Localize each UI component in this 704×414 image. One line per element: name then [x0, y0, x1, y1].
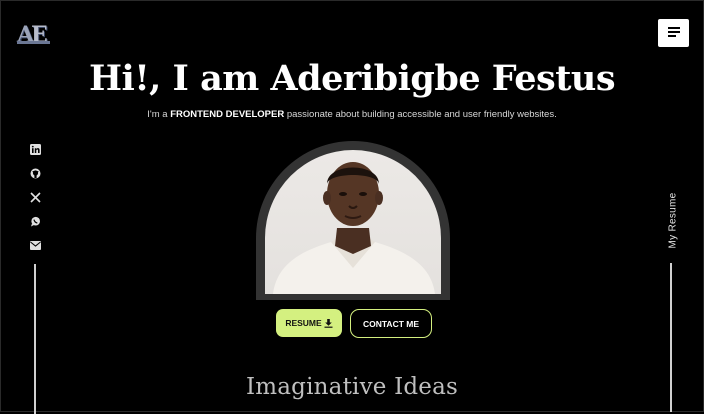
logo-underline	[17, 41, 50, 44]
menu-button[interactable]	[658, 19, 689, 47]
logo-letter-a: A	[17, 22, 34, 48]
hero-title: Hi!, I am Aderibigbe Festus	[88, 58, 616, 99]
menu-icon-line	[668, 27, 680, 29]
x-icon[interactable]	[28, 190, 42, 204]
mail-icon[interactable]	[28, 238, 42, 252]
menu-icon-line	[668, 35, 676, 37]
subtitle-role: FRONTEND DEVELOPER	[170, 109, 285, 120]
portrait-frame	[256, 141, 450, 300]
side-resume-link[interactable]: My Resume	[662, 190, 682, 260]
profile-photo	[265, 150, 441, 294]
download-icon	[324, 318, 333, 328]
section-title: Imaginative Ideas	[245, 374, 459, 400]
menu-icon-line	[668, 31, 680, 33]
linkedin-icon[interactable]	[28, 142, 42, 156]
hero-subtitle: I'm a FRONTEND DEVELOPER passionate abou…	[0, 109, 704, 120]
github-icon[interactable]	[28, 166, 42, 180]
logo-letter-e: E	[31, 22, 48, 48]
whatsapp-icon[interactable]	[28, 214, 42, 228]
site-logo[interactable]: A E	[17, 20, 51, 48]
subtitle-suffix: passionate about building accessible and…	[284, 109, 557, 120]
subtitle-prefix: I'm a	[147, 109, 171, 120]
contact-me-button[interactable]: CONTACT ME	[350, 309, 432, 338]
resume-button[interactable]: RESUME	[276, 309, 342, 337]
side-resume-label: My Resume	[667, 192, 679, 249]
resume-button-label: RESUME	[285, 318, 322, 328]
